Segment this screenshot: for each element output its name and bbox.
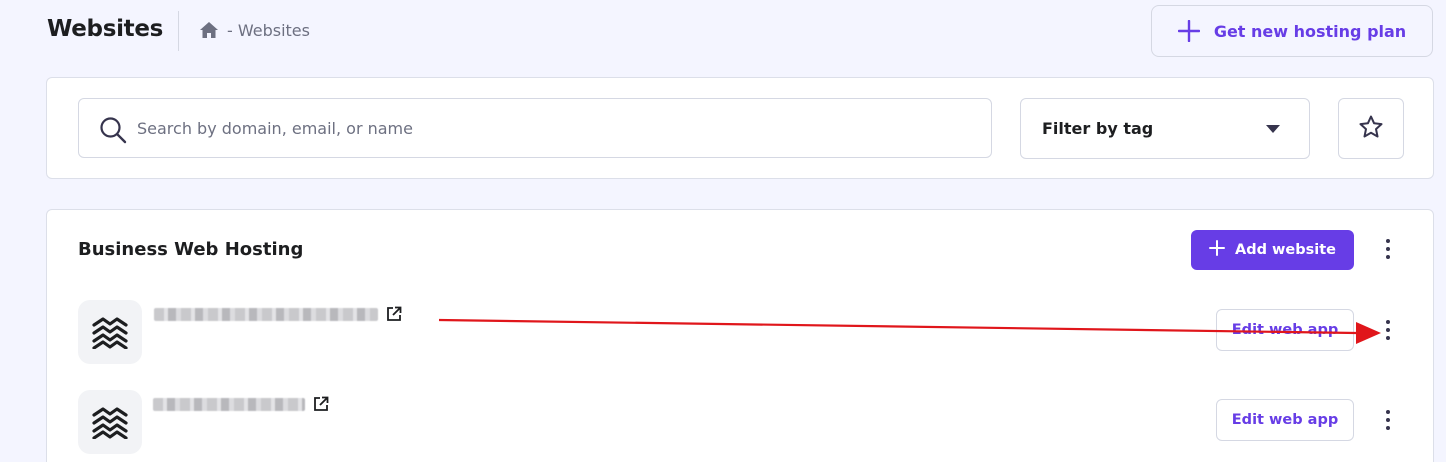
star-icon [1358, 114, 1384, 144]
search-icon [99, 116, 127, 144]
site-domain-redacted [153, 397, 305, 411]
add-website-label: Add website [1234, 242, 1336, 258]
get-new-hosting-plan-button[interactable]: Get new hosting plan [1151, 5, 1433, 57]
add-website-button[interactable]: Add website [1191, 230, 1354, 270]
breadcrumb: - Websites [199, 20, 310, 40]
edit-web-app-label: Edit web app [1231, 322, 1339, 338]
more-vertical-icon [1386, 239, 1390, 243]
website-row: Edit web app [78, 300, 1408, 366]
search-input[interactable] [137, 99, 977, 157]
site-more-options-button[interactable] [1376, 315, 1400, 345]
title-divider [178, 11, 179, 51]
edit-web-app-button[interactable]: Edit web app [1216, 399, 1354, 441]
favorites-star-button[interactable] [1338, 98, 1404, 159]
edit-web-app-label: Edit web app [1231, 412, 1339, 428]
page-header: Websites - Websites Get new hosting plan [0, 0, 1446, 66]
site-domain-link[interactable] [154, 306, 402, 322]
site-domain-link[interactable] [153, 396, 329, 412]
hosting-more-options-button[interactable] [1376, 234, 1400, 264]
edit-web-app-button[interactable]: Edit web app [1216, 309, 1354, 351]
layers-logo-icon [78, 300, 142, 364]
plus-icon [1177, 19, 1201, 43]
page-title: Websites [47, 16, 164, 42]
search-box[interactable] [78, 98, 992, 158]
more-vertical-icon [1386, 410, 1390, 414]
hosting-section-title: Business Web Hosting [78, 239, 304, 260]
more-vertical-icon [1386, 320, 1390, 324]
external-link-icon[interactable] [386, 306, 402, 322]
website-row: Edit web app [78, 390, 1408, 456]
business-web-hosting-card: Business Web Hosting Add website Edit we… [46, 209, 1434, 462]
filter-card: Filter by tag [46, 77, 1434, 179]
layers-logo-icon [78, 390, 142, 454]
home-icon[interactable] [199, 20, 219, 40]
caret-down-icon [1266, 125, 1280, 133]
get-new-hosting-plan-label: Get new hosting plan [1213, 21, 1407, 41]
external-link-icon[interactable] [313, 396, 329, 412]
filter-by-tag-select[interactable]: Filter by tag [1020, 98, 1310, 159]
site-more-options-button[interactable] [1376, 405, 1400, 435]
plus-icon [1208, 240, 1225, 260]
site-domain-redacted [154, 307, 378, 321]
breadcrumb-current: - Websites [227, 20, 310, 40]
filter-by-tag-label: Filter by tag [1042, 119, 1154, 138]
